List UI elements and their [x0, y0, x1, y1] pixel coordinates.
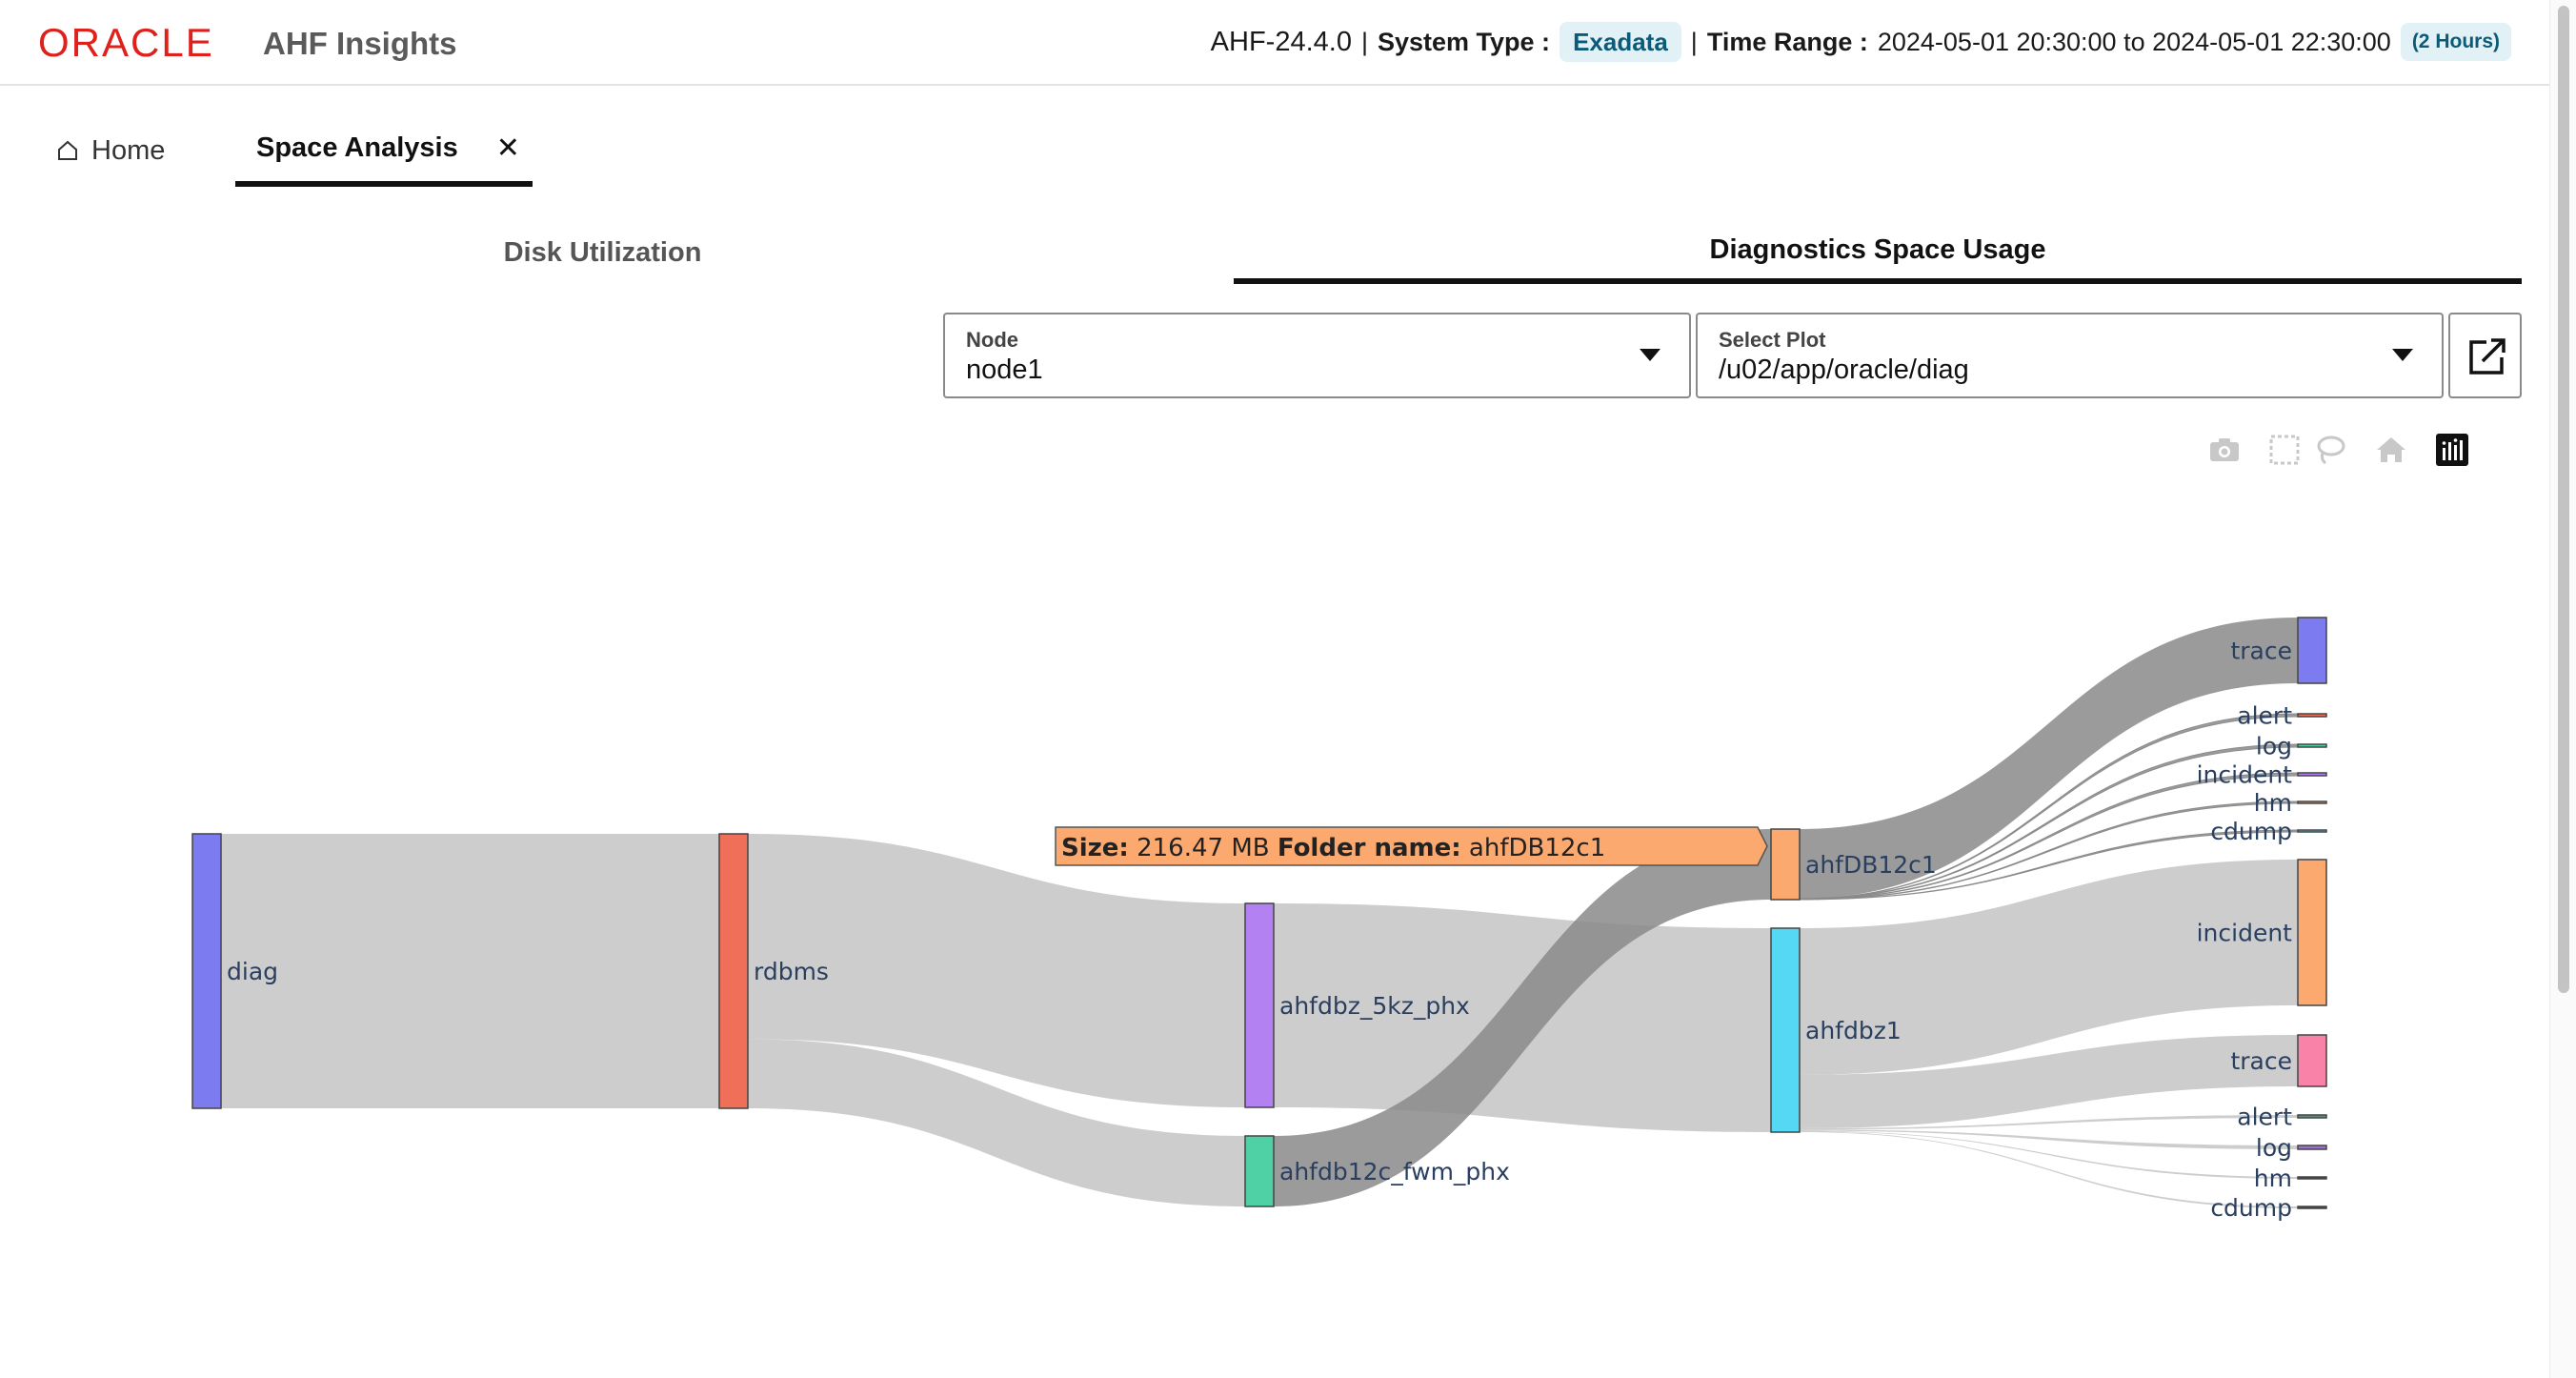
app-header: ORACLE AHF Insights AHF-24.4.0 | System … — [0, 0, 2549, 86]
sankey-node-ahfdbz_5kz_phx[interactable] — [1244, 902, 1275, 1108]
sankey-node-label: ahfdbz_5kz_phx — [1279, 992, 1470, 1020]
plot-select[interactable]: Select Plot /u02/app/oracle/diag — [1696, 313, 2444, 398]
sankey-node-label: log — [2256, 733, 2292, 760]
sankey-node-label: alert — [2237, 702, 2292, 730]
sankey-node-trace[interactable] — [2297, 1034, 2327, 1087]
sankey-node-ahfdb12c_fwm_phx[interactable] — [1244, 1135, 1275, 1207]
home-icon — [58, 140, 77, 160]
sankey-node-label: diag — [227, 958, 278, 985]
subtab-diagnostics-space-usage[interactable]: Diagnostics Space Usage — [1234, 221, 2522, 284]
sankey-node-label: incident — [2197, 761, 2293, 789]
system-type-badge: Exadata — [1560, 22, 1681, 62]
main-tab-bar: Home Space Analysis ✕ — [0, 114, 2549, 187]
time-range-value: 2024-05-01 20:30:00 to 2024-05-01 22:30:… — [1877, 28, 2391, 56]
external-link-icon — [2469, 338, 2506, 375]
sankey-node-label: ahfDB12c1 — [1805, 851, 1937, 879]
home-reset-icon[interactable] — [2372, 431, 2410, 469]
tab-home[interactable]: Home — [57, 114, 165, 187]
system-type-label: System Type : — [1377, 28, 1551, 56]
node-select-value: node1 — [966, 355, 1043, 385]
ahf-version: AHF-24.4.0 — [1210, 27, 1352, 57]
sankey-node-incident[interactable] — [2297, 859, 2327, 1006]
sankey-node-label: hm — [2254, 789, 2292, 817]
node-select[interactable]: Node node1 — [943, 313, 1691, 398]
sankey-node-label: rdbms — [754, 958, 829, 985]
sankey-node-log[interactable] — [2297, 743, 2327, 748]
box-select-icon[interactable] — [2265, 431, 2304, 469]
sankey-node-ahfdbz1[interactable] — [1770, 927, 1801, 1133]
chevron-down-icon — [1640, 349, 1660, 361]
sankey-chart: diag rdbms ahfdbz_5kz_phx ahfdb12c_fwm_phx a… — [191, 617, 2327, 1222]
lasso-select-icon[interactable] — [2311, 431, 2349, 469]
sankey-node-label: trace — [2230, 638, 2292, 665]
app-title: AHF Insights — [263, 26, 457, 61]
plotly-logo-icon[interactable] — [2433, 431, 2471, 469]
sankey-node-rdbms[interactable] — [718, 833, 749, 1109]
sankey-node-log[interactable] — [2297, 1145, 2327, 1150]
sankey-node-cdump[interactable] — [2297, 829, 2327, 833]
sankey-node-hm[interactable] — [2297, 1176, 2327, 1180]
sankey-node-label: trace — [2230, 1047, 2292, 1075]
time-range-duration-badge: (2 Hours) — [2400, 23, 2511, 61]
tab-home-label: Home — [91, 134, 166, 166]
sankey-node-label: log — [2256, 1134, 2292, 1162]
sankey-node-diag[interactable] — [191, 833, 222, 1109]
sankey-node-label: cdump — [2210, 1194, 2292, 1222]
sankey-node-label: incident — [2197, 920, 2293, 947]
sankey-node-label: cdump — [2210, 818, 2292, 845]
chevron-down-icon — [2392, 349, 2413, 361]
tab-space-analysis-label: Space Analysis — [256, 132, 458, 163]
tooltip-text: Size: 216.47 MB Folder name: ahfDB12c1 — [1061, 834, 1605, 862]
sankey-node-alert[interactable] — [2297, 713, 2327, 718]
scrollbar-thumb[interactable] — [2558, 6, 2569, 993]
node-select-label: Node — [966, 328, 1018, 352]
sankey-node-label: ahfdbz1 — [1805, 1017, 1902, 1044]
oracle-logo: ORACLE — [38, 20, 214, 65]
tab-space-analysis[interactable]: Space Analysis ✕ — [235, 114, 533, 187]
sankey-node-label: ahfdb12c_fwm_phx — [1279, 1158, 1510, 1185]
header-meta: AHF-24.4.0 | System Type : Exadata | Tim… — [1211, 21, 2511, 63]
close-icon[interactable]: ✕ — [496, 132, 520, 165]
separator: | — [1690, 28, 1698, 56]
subtab-disk-utilization[interactable]: Disk Utilization — [57, 221, 1148, 284]
vertical-scrollbar[interactable] — [2549, 0, 2576, 1378]
sankey-node-incident[interactable] — [2297, 772, 2327, 777]
sankey-node-alert[interactable] — [2297, 1114, 2327, 1119]
camera-icon[interactable] — [2205, 431, 2244, 469]
sankey-node-label: alert — [2237, 1104, 2292, 1131]
sankey-node-ahfDB12c1[interactable] — [1770, 828, 1801, 901]
open-external-button[interactable] — [2448, 313, 2522, 398]
time-range-label: Time Range : — [1706, 28, 1868, 56]
sankey-node-hm[interactable] — [2297, 800, 2327, 804]
sankey-node-trace[interactable] — [2297, 617, 2327, 684]
plot-select-value: /u02/app/oracle/diag — [1719, 355, 1969, 385]
separator: | — [1360, 28, 1368, 56]
sankey-link[interactable] — [221, 834, 719, 1108]
sankey-node-label: hm — [2254, 1165, 2292, 1192]
sankey-node-cdump[interactable] — [2297, 1206, 2327, 1209]
plot-select-label: Select Plot — [1719, 328, 1826, 352]
